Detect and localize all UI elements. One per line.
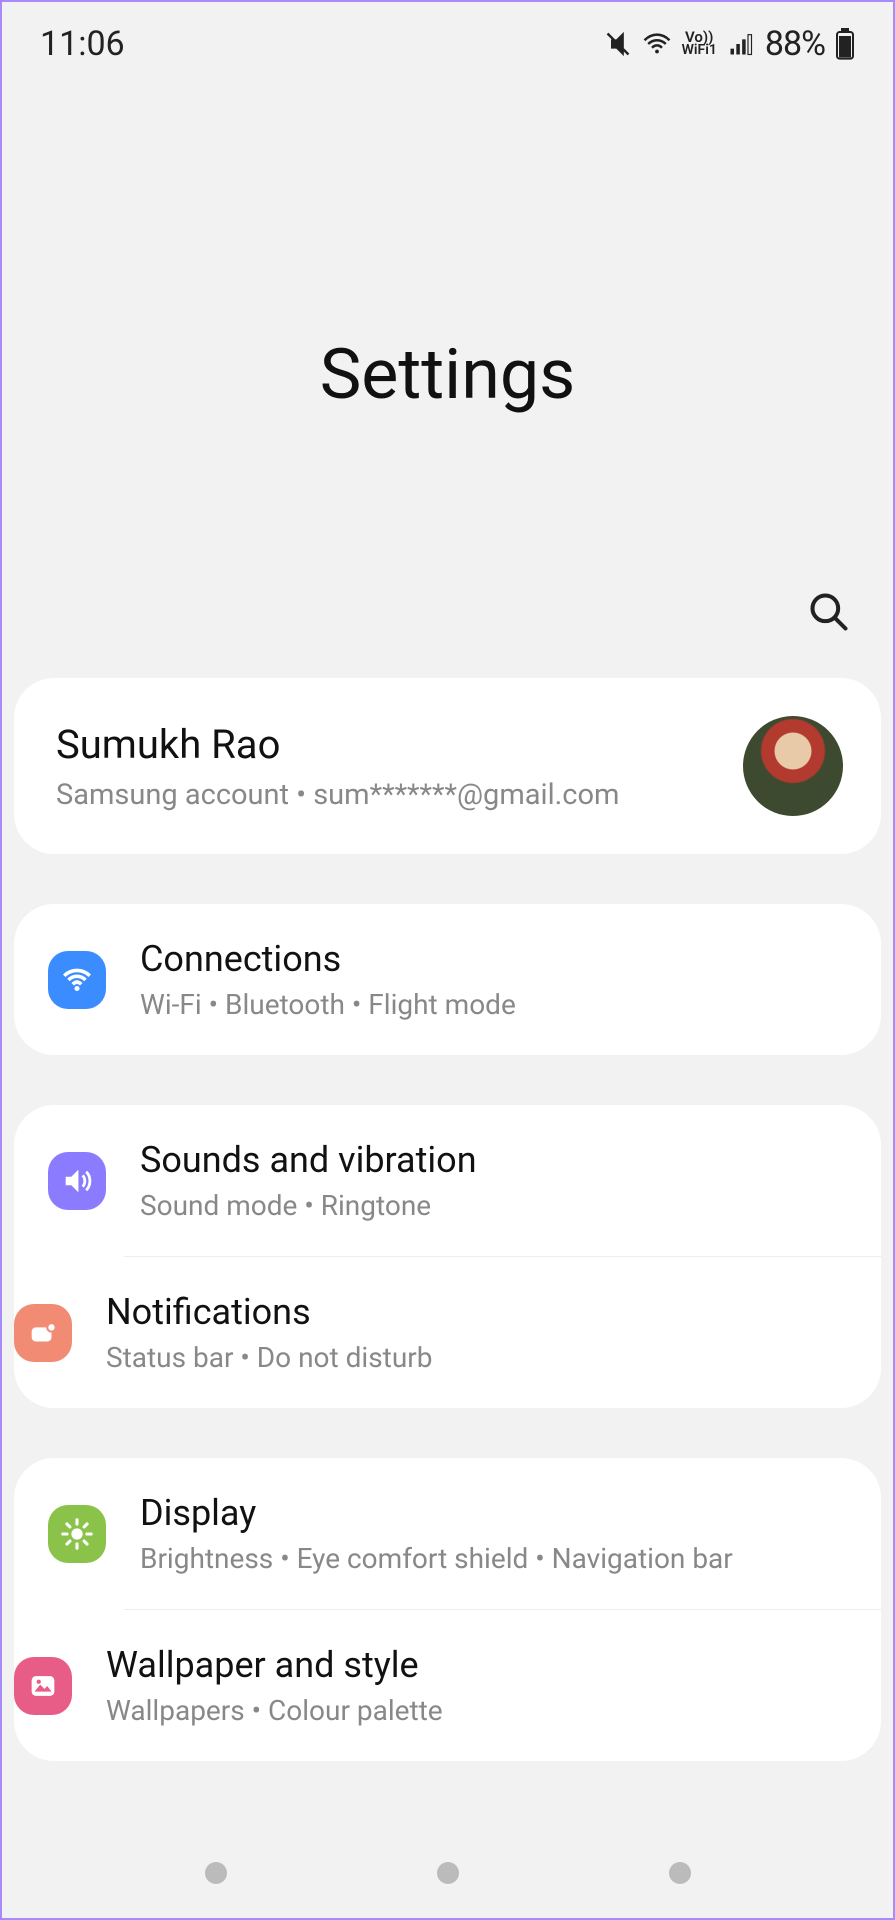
search-button[interactable]	[803, 586, 855, 638]
signal-icon	[727, 30, 755, 58]
settings-item-notifications[interactable]: Notifications Status bar • Do not distur…	[124, 1256, 881, 1408]
settings-item-sub: Sound mode • Ringtone	[140, 1189, 477, 1222]
settings-item-connections[interactable]: Connections Wi-Fi • Bluetooth • Flight m…	[14, 904, 881, 1055]
settings-item-sub: Wallpapers • Colour palette	[106, 1694, 443, 1727]
header: Settings	[2, 74, 893, 416]
search-icon	[807, 590, 851, 634]
settings-item-sub: Status bar • Do not disturb	[106, 1341, 432, 1374]
settings-group: Connections Wi-Fi • Bluetooth • Flight m…	[14, 904, 881, 1055]
page-title: Settings	[2, 334, 893, 416]
nav-home-button[interactable]	[437, 1862, 459, 1884]
settings-item-title: Connections	[140, 938, 516, 980]
sound-icon	[48, 1152, 106, 1210]
vowifi-icon: Vo)) WiFi1	[682, 31, 717, 57]
settings-group: Display Brightness • Eye comfort shield …	[14, 1458, 881, 1761]
account-name: Sumukh Rao	[56, 721, 619, 768]
settings-item-sub: Wi-Fi • Bluetooth • Flight mode	[140, 988, 516, 1021]
avatar[interactable]	[743, 716, 843, 816]
settings-item-title: Sounds and vibration	[140, 1139, 477, 1181]
account-card[interactable]: Sumukh Rao Samsung account • sum*******@…	[14, 678, 881, 854]
wifi-icon	[642, 29, 672, 59]
nav-bar	[2, 1862, 893, 1884]
account-sub: Samsung account • sum*******@gmail.com	[56, 778, 619, 812]
settings-group: Sounds and vibration Sound mode • Ringto…	[14, 1105, 881, 1408]
nav-back-button[interactable]	[669, 1862, 691, 1884]
battery-percent: 88%	[765, 24, 825, 64]
mute-vibrate-icon	[604, 30, 632, 58]
status-icons: Vo)) WiFi1 88%	[604, 24, 855, 64]
settings-item-sub: Brightness • Eye comfort shield • Naviga…	[140, 1542, 733, 1575]
settings-item-title: Wallpaper and style	[106, 1644, 443, 1686]
settings-item-wallpaper[interactable]: Wallpaper and style Wallpapers • Colour …	[124, 1609, 881, 1761]
settings-item-title: Display	[140, 1492, 733, 1534]
settings-item-title: Notifications	[106, 1291, 432, 1333]
status-bar: 11:06 Vo)) WiFi1 88%	[2, 2, 893, 74]
sun-icon	[48, 1505, 106, 1563]
settings-item-display[interactable]: Display Brightness • Eye comfort shield …	[14, 1458, 881, 1609]
clock: 11:06	[40, 24, 125, 64]
wifi-icon	[48, 951, 106, 1009]
notification-icon	[14, 1304, 72, 1362]
picture-icon	[14, 1657, 72, 1715]
settings-item-sounds[interactable]: Sounds and vibration Sound mode • Ringto…	[14, 1105, 881, 1256]
battery-icon	[835, 28, 855, 60]
nav-recents-button[interactable]	[205, 1862, 227, 1884]
